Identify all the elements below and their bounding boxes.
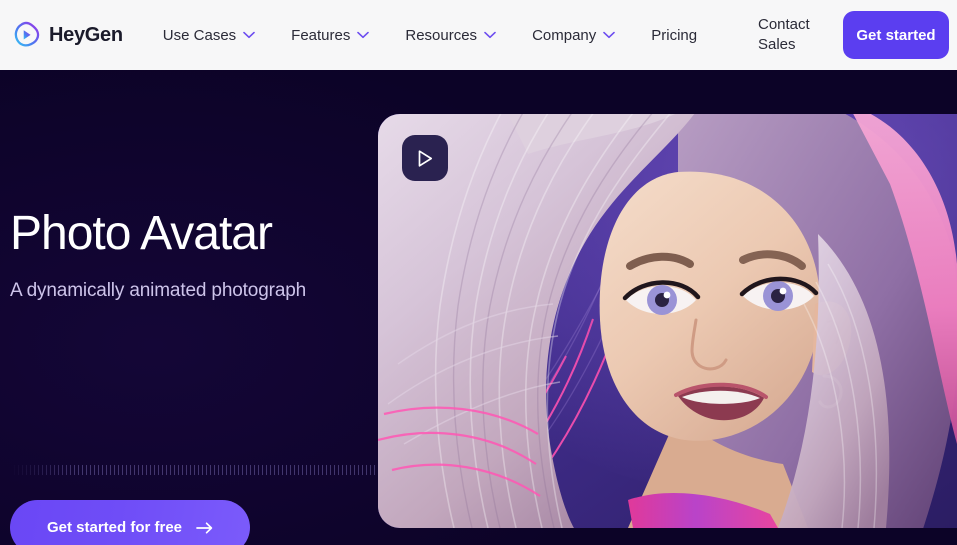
page-title: Photo Avatar [10, 207, 273, 260]
header-actions: Contact Sales Get started [758, 0, 957, 70]
tick-divider [10, 465, 380, 475]
primary-nav: Use Cases Features Resources Company Pri [145, 0, 715, 70]
nav-label: Features [291, 26, 351, 44]
play-triangle-icon [417, 149, 434, 168]
chevron-down-icon [243, 31, 255, 39]
chevron-down-icon [603, 31, 616, 39]
get-started-for-free-button[interactable]: Get started for free [10, 500, 250, 545]
nav-item-use-cases[interactable]: Use Cases [145, 0, 273, 70]
cta-label: Get started for free [46, 519, 183, 536]
nav-label: Company [532, 26, 597, 44]
arrow-right-icon [196, 521, 213, 534]
nav-item-resources[interactable]: Resources [387, 0, 514, 70]
play-button[interactable] [402, 135, 448, 181]
hero-subtitle: A dynamically animated photograph [10, 280, 307, 301]
contact-sales-link[interactable]: Contact Sales [758, 15, 824, 55]
nav-label: Use Cases [162, 26, 237, 44]
logo-text: HeyGen [49, 23, 123, 46]
hero-copy: Photo Avatar A dynamically animated phot… [10, 207, 380, 545]
avatar-image [378, 114, 957, 528]
site-header: HeyGen Use Cases Features Resources Comp… [0, 0, 957, 70]
get-started-button[interactable]: Get started [843, 11, 949, 59]
nav-item-pricing[interactable]: Pricing [633, 0, 715, 70]
chevron-down-icon [484, 31, 496, 39]
chevron-down-icon [357, 31, 370, 39]
nav-item-features[interactable]: Features [273, 0, 387, 70]
avatar-video-card[interactable] [378, 114, 957, 528]
logo[interactable]: HeyGen [12, 21, 123, 49]
nav-item-company[interactable]: Company [514, 0, 633, 70]
heygen-play-logo-icon [12, 21, 40, 49]
nav-label: Resources [405, 26, 478, 44]
nav-label: Pricing [651, 26, 698, 44]
hero-section: Photo Avatar A dynamically animated phot… [0, 70, 957, 545]
